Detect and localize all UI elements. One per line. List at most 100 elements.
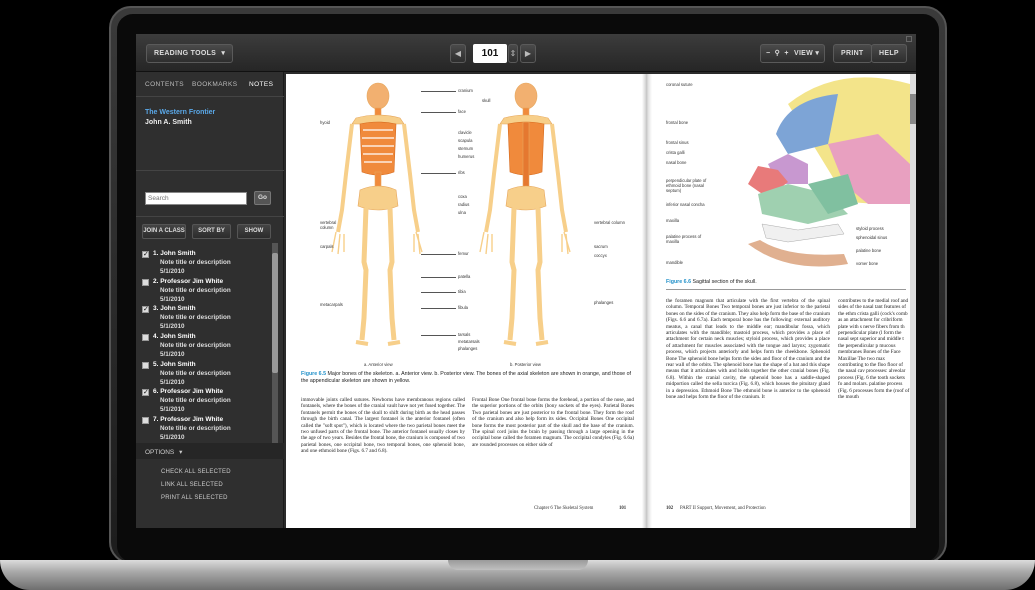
label-metacarpals: metacarpals xyxy=(320,302,343,307)
label-face: face xyxy=(458,109,466,114)
page-number: 101 xyxy=(619,506,627,511)
skull-sagittal-image xyxy=(748,77,910,267)
label-nasal-bone: nasal bone xyxy=(666,160,687,165)
note-item[interactable]: 5. John Smith Note title or description … xyxy=(142,360,270,388)
options-label: OPTIONS xyxy=(145,449,175,456)
label-clavicle: clavicle xyxy=(458,130,472,135)
note-checkbox[interactable] xyxy=(142,334,149,342)
page-footer: Chapter 6 The Skeletal System xyxy=(534,506,594,511)
note-author: 7. Professor Jim White xyxy=(153,416,224,424)
label-coxa: coxa xyxy=(458,194,467,199)
check-all-selected[interactable]: CHECK ALL SELECTED xyxy=(161,469,231,475)
chevron-down-icon: ▾ xyxy=(179,449,183,456)
leader-line xyxy=(421,277,456,278)
leader-line xyxy=(421,91,456,92)
note-description: Note title or description xyxy=(160,286,231,294)
tab-contents[interactable]: CONTENTS xyxy=(145,81,184,88)
help-button[interactable]: HELP xyxy=(871,44,907,63)
page-scrollbar[interactable] xyxy=(910,74,916,528)
note-item[interactable]: 7. Professor Jim White Note title or des… xyxy=(142,415,270,443)
body-column-1: immovable joints called sutures. Newborn… xyxy=(301,397,465,455)
label-skull: skull xyxy=(482,98,491,103)
page-number: 102 xyxy=(666,506,674,511)
leader-line xyxy=(421,335,456,336)
note-checkbox[interactable] xyxy=(142,278,149,286)
note-author: 6. Professor Jim White xyxy=(153,388,224,396)
notes-list: ✓ 1. John Smith Note title or descriptio… xyxy=(142,249,270,443)
note-item[interactable]: ✓ 6. Professor Jim White Note title or d… xyxy=(142,387,270,415)
note-author: 2. Professor Jim White xyxy=(153,277,224,285)
note-item[interactable]: ✓ 1. John Smith Note title or descriptio… xyxy=(142,249,270,277)
print-all-selected[interactable]: PRINT ALL SELECTED xyxy=(161,495,228,501)
label-carpals: carpals xyxy=(320,244,334,249)
page-footer: PART II Support, Movement, and Protectio… xyxy=(680,506,766,511)
label-vertebral-column: vertebral column xyxy=(320,220,337,230)
label-humerus: humerus xyxy=(458,154,475,159)
print-button[interactable]: PRINT xyxy=(833,44,872,63)
note-item[interactable]: 4. John Smith Note title or description … xyxy=(142,332,270,360)
note-checkbox[interactable]: ✓ xyxy=(142,306,149,314)
label-hyoid: hyoid xyxy=(320,120,331,125)
figure-6-6-caption: Figure 6.6 Sagittal section of the skull… xyxy=(666,279,906,286)
note-date: 5/1/2010 xyxy=(160,268,185,275)
label-palatine-bone: palatine bone xyxy=(856,248,882,253)
label-vomer-bone: vomer bone xyxy=(856,261,879,266)
leader-line xyxy=(421,292,456,293)
search-input[interactable] xyxy=(145,192,247,205)
page-stepper[interactable]: ⇕ xyxy=(508,44,518,63)
go-button[interactable]: Go xyxy=(254,191,271,205)
note-item[interactable]: ✓ 3. John Smith Note title or descriptio… xyxy=(142,304,270,332)
scrollbar-thumb[interactable] xyxy=(910,94,916,124)
laptop-notch xyxy=(448,560,588,570)
note-checkbox[interactable]: ✓ xyxy=(142,389,149,397)
magnifier-icon: ⚲ xyxy=(774,50,781,57)
book-page-right: coronal suture frontal bone frontal sinu… xyxy=(652,74,910,528)
book-author: John A. Smith xyxy=(145,119,192,126)
scrollbar-thumb[interactable] xyxy=(272,253,278,373)
note-checkbox[interactable] xyxy=(142,361,149,369)
leader-line xyxy=(421,254,456,255)
note-date: 5/1/2010 xyxy=(160,406,185,414)
label-coronal-suture: coronal suture xyxy=(666,82,693,87)
book-gutter xyxy=(642,74,652,528)
reading-tools-button[interactable]: READING TOOLS ▾ xyxy=(146,44,234,63)
skeleton-anterior-image xyxy=(331,82,423,346)
window-corner-icon xyxy=(906,36,912,42)
show-button[interactable]: SHOW xyxy=(237,224,271,239)
sort-by-button[interactable]: SORT BY xyxy=(192,224,231,239)
link-all-selected[interactable]: LINK ALL SELECTED xyxy=(161,482,223,488)
anterior-view-label: a. Anterior view xyxy=(364,362,393,367)
caption-rule xyxy=(666,289,906,290)
sidebar: CONTENTS BOOKMARKS NOTES The Western Fro… xyxy=(136,72,284,528)
tab-notes[interactable]: NOTES xyxy=(249,81,273,88)
label-styloid-process: styloid process xyxy=(856,226,884,231)
note-author: 4. John Smith xyxy=(153,333,196,341)
label-coccyx: coccyx xyxy=(594,253,607,258)
note-description: Note title or description xyxy=(160,397,231,405)
label-tibia: tibia xyxy=(458,289,466,294)
label-palatine-process: palatine process of maxilla xyxy=(666,234,702,244)
note-checkbox[interactable] xyxy=(142,417,149,425)
body-column-2: contributes to the medial roof and sides… xyxy=(838,298,910,401)
note-date: 5/1/2010 xyxy=(160,295,185,303)
next-page-button[interactable]: ▶ xyxy=(520,44,536,63)
note-description: Note title or description xyxy=(160,314,231,322)
note-date: 5/1/2010 xyxy=(160,434,185,442)
stepper-icon: ⇕ xyxy=(509,49,517,58)
figure-number: Figure 6.5 xyxy=(301,371,327,377)
label-perpendicular-plate: perpendicular plate of ethmoid bone (nas… xyxy=(666,178,707,193)
options-toggle[interactable]: OPTIONS ▾ xyxy=(145,448,182,456)
note-description: Note title or description xyxy=(160,425,231,433)
notes-scrollbar[interactable] xyxy=(272,243,278,443)
zoom-view-button[interactable]: − ⚲ + VIEW ▾ xyxy=(760,44,826,63)
tab-bookmarks[interactable]: BOOKMARKS xyxy=(192,81,238,88)
note-checkbox[interactable]: ✓ xyxy=(142,251,149,258)
view-label: VIEW xyxy=(793,50,814,57)
note-item[interactable]: 2. Professor Jim White Note title or des… xyxy=(142,277,270,305)
label-mandible: mandible xyxy=(666,260,683,265)
join-class-button[interactable]: JOIN A CLASS xyxy=(142,224,186,239)
prev-page-button[interactable]: ◀ xyxy=(450,44,466,63)
body-column-2: Frontal Bone One frontal bone forms the … xyxy=(472,397,634,448)
page-number-input[interactable]: 101 xyxy=(473,44,507,63)
leader-line xyxy=(421,308,456,309)
